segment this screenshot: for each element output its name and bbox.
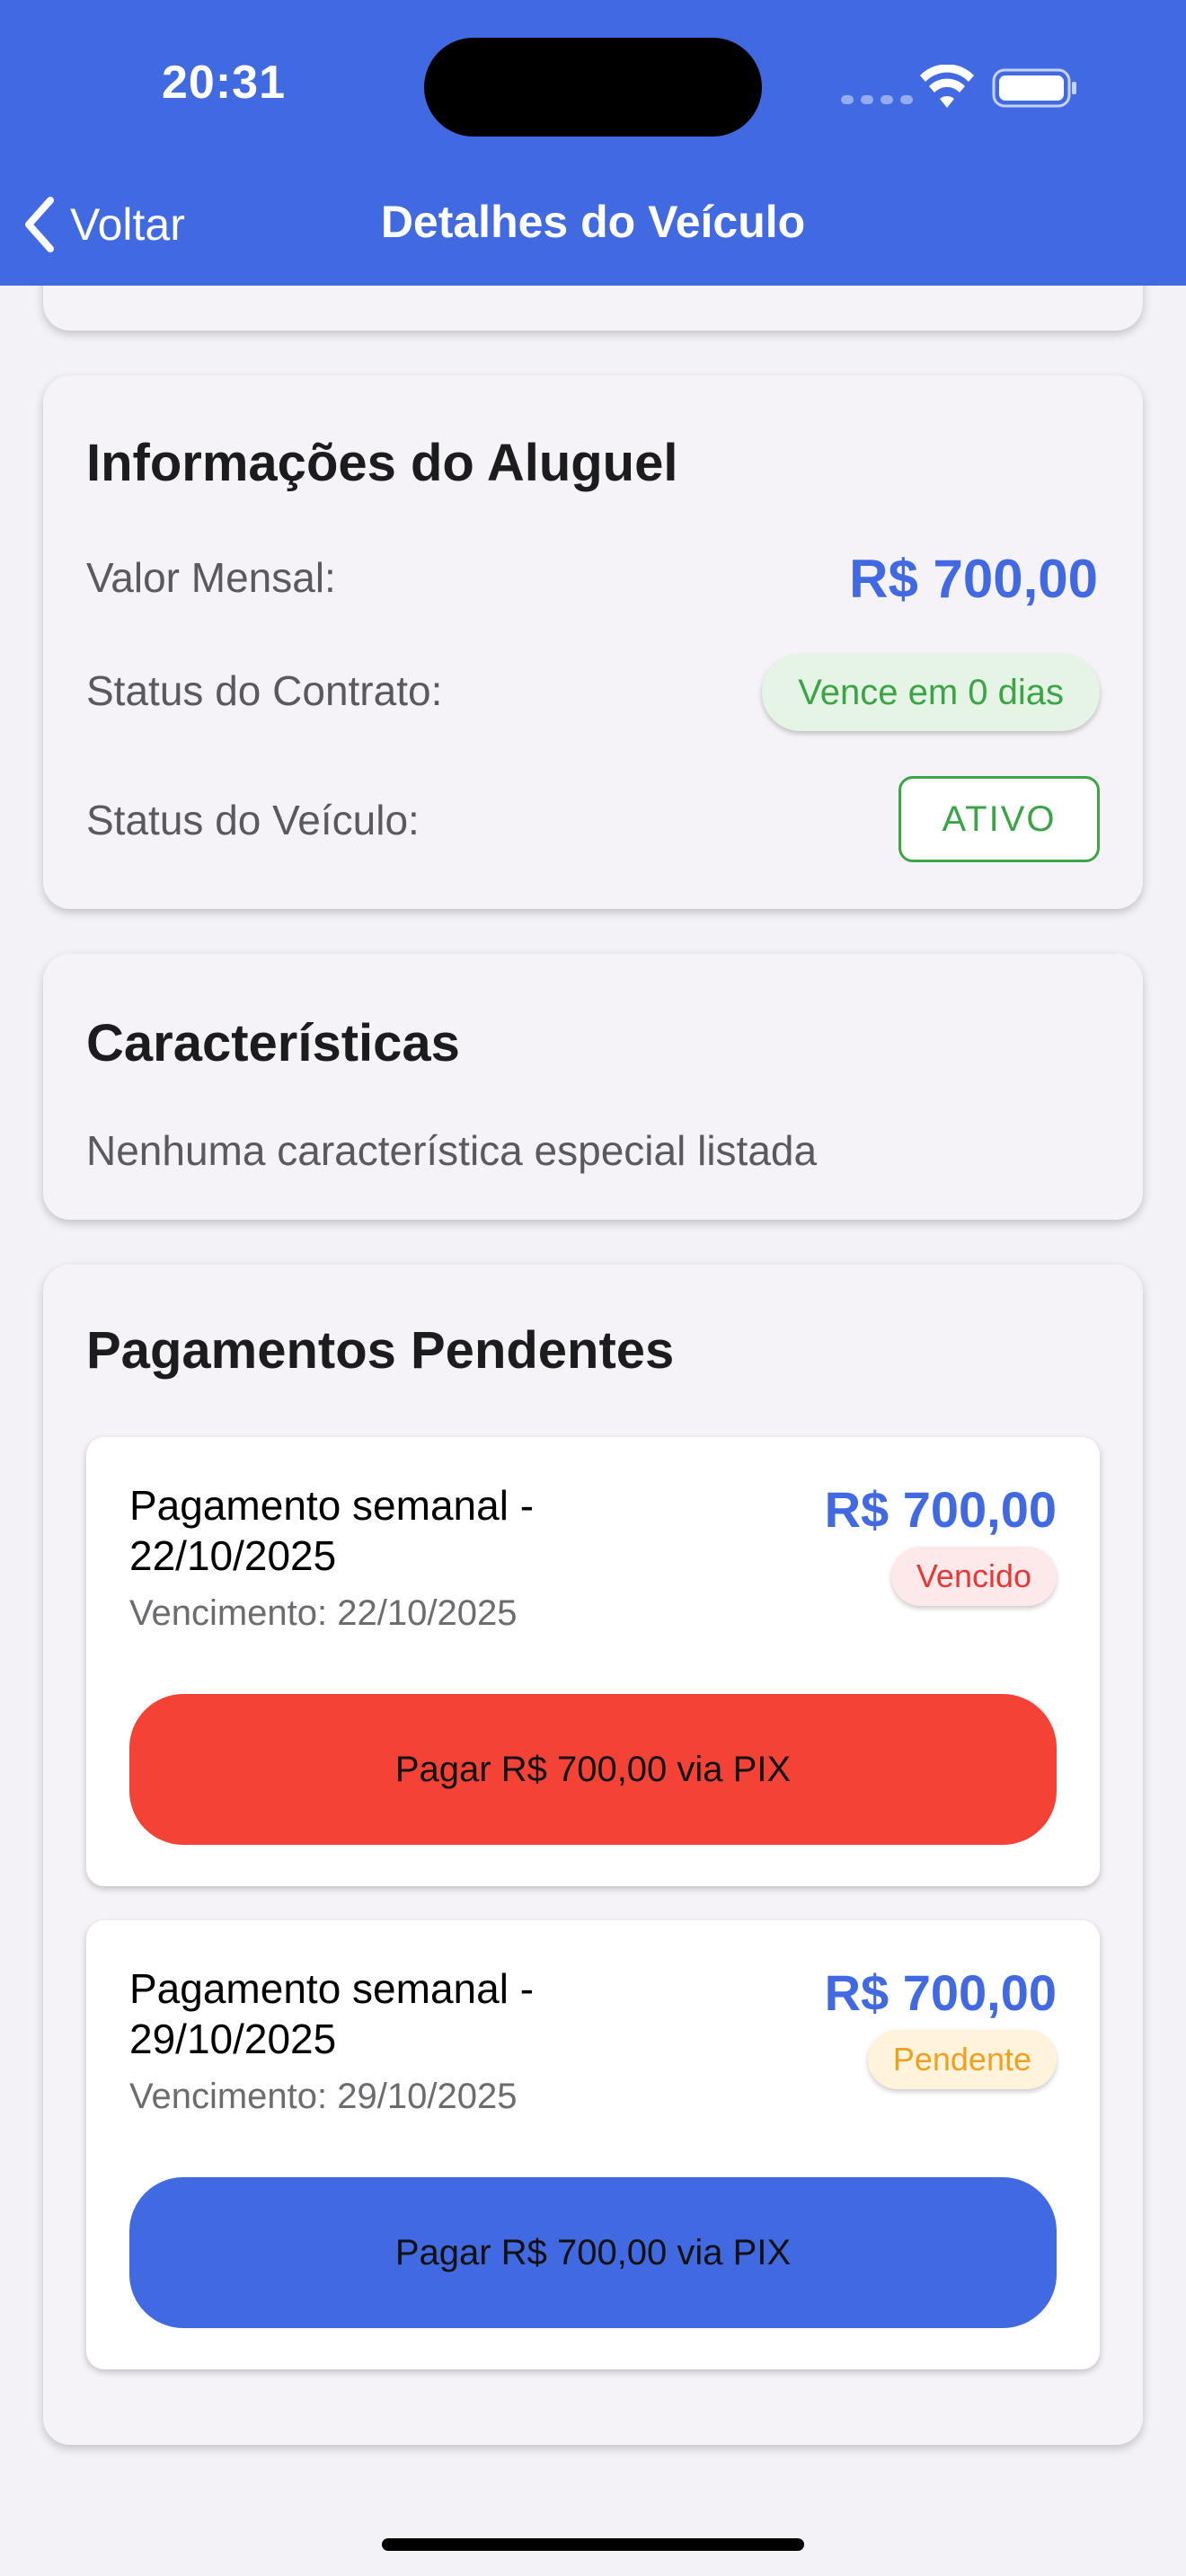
payment-item: Pagamento semanal - 29/10/2025 Venciment… <box>86 1920 1100 2369</box>
app-header: 20:31 Voltar Detalhes do Veículo <box>0 0 1186 286</box>
pay-pix-button[interactable]: Pagar R$ 700,00 via PIX <box>129 2177 1057 2328</box>
payment-status-badge: Vencido <box>890 1547 1057 1606</box>
rental-info-title: Informações do Aluguel <box>86 434 678 492</box>
features-card: Características Nenhuma característica e… <box>43 954 1143 1220</box>
cellular-signal-icon <box>841 95 913 104</box>
payment-status-badge: Pendente <box>867 2030 1057 2089</box>
payment-title: Pagamento semanal - 29/10/2025 <box>129 1965 535 2062</box>
battery-icon <box>992 68 1076 108</box>
dynamic-island <box>424 38 762 137</box>
monthly-value-label: Valor Mensal: <box>86 554 336 601</box>
features-title: Características <box>86 1014 460 1072</box>
pay-pix-button[interactable]: Pagar R$ 700,00 via PIX <box>129 1694 1057 1845</box>
payment-due-date: Vencimento: 29/10/2025 <box>129 2077 518 2116</box>
payment-amount: R$ 700,00 <box>824 1481 1057 1538</box>
page-title: Detalhes do Veículo <box>380 197 806 247</box>
home-indicator <box>382 2538 804 2551</box>
contract-status-label: Status do Contrato: <box>86 667 443 714</box>
payment-amount: R$ 700,00 <box>824 1964 1057 2021</box>
monthly-value: R$ 700,00 <box>849 549 1098 609</box>
wifi-icon <box>920 65 974 108</box>
rental-info-card: Informações do Aluguel Valor Mensal: R$ … <box>43 375 1143 909</box>
vehicle-status-chip: ATIVO <box>898 776 1100 862</box>
payment-item: Pagamento semanal - 22/10/2025 Venciment… <box>86 1437 1100 1886</box>
status-bar-time: 20:31 <box>162 57 286 109</box>
payment-due-date: Vencimento: 22/10/2025 <box>129 1593 518 1633</box>
contract-status-chip: Vence em 0 dias <box>762 654 1100 731</box>
pending-payments-card: Pagamentos Pendentes Pagamento semanal -… <box>43 1265 1143 2445</box>
vehicle-status-label: Status do Veículo: <box>86 797 420 843</box>
pending-payments-title: Pagamentos Pendentes <box>86 1321 675 1380</box>
payment-title: Pagamento semanal - 22/10/2025 <box>129 1482 535 1579</box>
features-empty-text: Nenhuma característica especial listada <box>86 1127 818 1174</box>
